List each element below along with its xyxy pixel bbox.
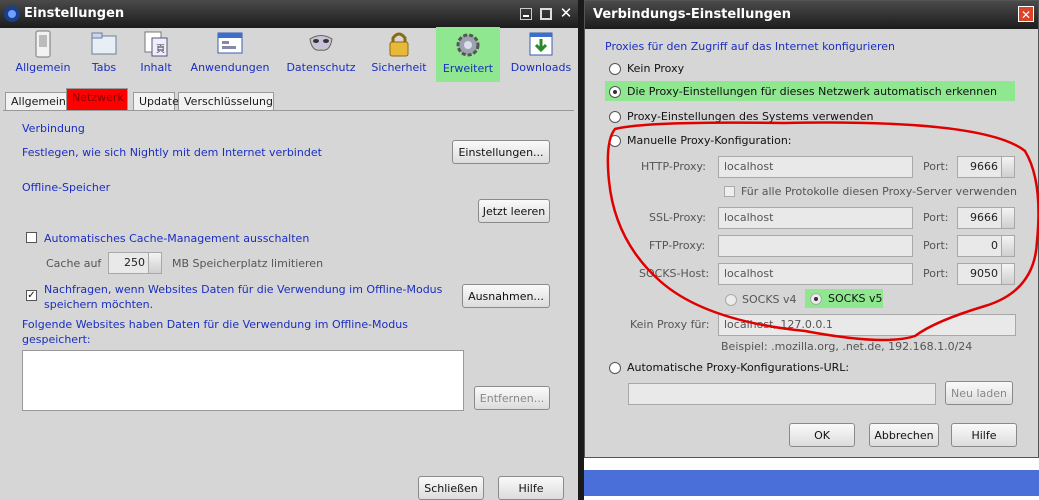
http-proxy-label: HTTP-Proxy:: [641, 160, 706, 173]
no-proxy-label: Kein Proxy für:: [630, 318, 710, 331]
dialog-help-button[interactable]: Hilfe: [951, 423, 1017, 447]
connection-heading: Verbindung: [22, 122, 85, 135]
same-proxy-checkbox[interactable]: [724, 186, 735, 197]
ftp-proxy-label: FTP-Proxy:: [649, 239, 706, 252]
svg-text:頁: 頁: [156, 44, 165, 55]
settings-titlebar: Einstellungen ✕: [0, 0, 578, 28]
reload-button[interactable]: Neu laden: [945, 381, 1013, 405]
no-proxy-field[interactable]: localhost, 127.0.0.1: [718, 314, 1016, 336]
tab-panel-border: [3, 110, 574, 111]
cache-override-checkbox[interactable]: [26, 232, 37, 243]
radio-socks-v5[interactable]: [810, 293, 822, 305]
ssl-proxy-field[interactable]: localhost: [718, 207, 913, 229]
radio-auto-url[interactable]: [609, 362, 621, 374]
tab-verschluesselung[interactable]: Verschlüsselung: [178, 92, 274, 110]
label-manual-proxy: Manuelle Proxy-Konfiguration:: [627, 134, 792, 147]
switch-icon: [35, 30, 51, 58]
ftp-proxy-field[interactable]: [718, 235, 913, 257]
http-proxy-field[interactable]: localhost: [718, 156, 913, 178]
toolbar-allgemein[interactable]: Allgemein: [12, 30, 74, 80]
connection-settings-button[interactable]: Einstellungen...: [452, 140, 550, 164]
label-no-proxy: Kein Proxy: [627, 62, 685, 75]
offline-sites-label-line2: gespeichert:: [22, 333, 91, 346]
applications-icon: [217, 32, 243, 54]
offline-sites-label-line1: Folgende Websites haben Daten für die Ve…: [22, 318, 408, 331]
socks-host-field[interactable]: localhost: [718, 263, 913, 285]
mask-icon: [309, 35, 333, 51]
dialog-heading: Proxies für den Zugriff auf das Internet…: [605, 40, 896, 53]
offline-ask-label-line2: speichern möchten.: [44, 298, 154, 311]
cache-size-label: Cache auf: [46, 257, 102, 270]
radio-system-proxy[interactable]: [609, 111, 621, 123]
cache-size-stepper[interactable]: 250: [108, 252, 162, 274]
toolbar-tabs[interactable]: Tabs: [78, 30, 130, 80]
gear-icon: [456, 33, 480, 57]
ssl-port-label: Port:: [923, 211, 949, 224]
help-button[interactable]: Hilfe: [498, 476, 564, 500]
settings-window: Einstellungen ✕ Allgemein Tabs 頁 Inhalt …: [0, 0, 578, 500]
connection-description: Festlegen, wie sich Nightly mit dem Inte…: [22, 146, 322, 159]
maximize-button[interactable]: [540, 8, 552, 20]
label-socks-v4: SOCKS v4: [742, 293, 797, 306]
toolbar-sicherheit[interactable]: Sicherheit: [368, 30, 430, 80]
socks-port-stepper[interactable]: 9050: [957, 263, 1015, 285]
ftp-port-label: Port:: [923, 239, 949, 252]
downloads-icon: [529, 32, 553, 56]
ssl-proxy-label: SSL-Proxy:: [649, 211, 706, 224]
background-window-bar: [584, 470, 1039, 496]
ok-button[interactable]: OK: [789, 423, 855, 447]
cache-override-label: Automatisches Cache-Management ausschalt…: [44, 232, 310, 245]
ftp-port-stepper[interactable]: 0: [957, 235, 1015, 257]
settings-title: Einstellungen: [24, 6, 125, 21]
label-auto-detect: Die Proxy-Einstellungen für dieses Netzw…: [627, 85, 997, 98]
toolbar-erweitert[interactable]: Erweitert: [436, 27, 500, 82]
label-socks-v5: SOCKS v5: [828, 292, 883, 305]
radio-no-proxy[interactable]: [609, 63, 621, 75]
minimize-button[interactable]: [520, 8, 532, 20]
dialog-titlebar: Verbindungs-Einstellungen ✕: [585, 1, 1038, 29]
radio-socks-v4[interactable]: [725, 294, 737, 306]
app-logo-icon: [4, 6, 20, 22]
cache-size-unit: MB Speicherplatz limitieren: [172, 257, 324, 270]
cancel-button[interactable]: Abbrechen: [869, 423, 939, 447]
ssl-port-stepper[interactable]: 9666: [957, 207, 1015, 229]
dialog-title: Verbindungs-Einstellungen: [593, 7, 792, 22]
socks-host-label: SOCKS-Host:: [639, 267, 710, 280]
same-proxy-label: Für alle Protokolle diesen Proxy-Server …: [741, 185, 1017, 198]
label-system-proxy: Proxy-Einstellungen des Systems verwende…: [627, 110, 874, 123]
content-icon: 頁: [144, 31, 168, 57]
folder-icon: [91, 32, 117, 55]
remove-button[interactable]: Entfernen...: [474, 386, 550, 410]
offline-ask-label-line1: Nachfragen, wenn Websites Daten für die …: [44, 283, 443, 296]
label-auto-url: Automatische Proxy-Konfigurations-URL:: [627, 361, 850, 374]
radio-auto-detect[interactable]: [609, 86, 621, 98]
offline-sites-list[interactable]: [22, 350, 464, 411]
toolbar-inhalt[interactable]: 頁 Inhalt: [134, 30, 178, 80]
tab-allgemein[interactable]: Allgemein: [5, 92, 67, 110]
toolbar-datenschutz[interactable]: Datenschutz: [284, 30, 358, 80]
dialog-close-icon[interactable]: ✕: [1018, 6, 1034, 22]
no-proxy-example: Beispiel: .mozilla.org, .net.de, 192.168…: [721, 340, 973, 353]
tab-netzwerk[interactable]: Netzwerk: [66, 88, 128, 110]
connection-settings-dialog: Verbindungs-Einstellungen ✕ Proxies für …: [584, 0, 1039, 458]
close-button[interactable]: ✕: [558, 6, 574, 22]
http-port-label: Port:: [923, 160, 949, 173]
auto-url-field[interactable]: [628, 383, 936, 405]
tab-update[interactable]: Update: [133, 92, 179, 110]
toolbar-downloads[interactable]: Downloads: [508, 30, 574, 80]
http-port-stepper[interactable]: 9666: [957, 156, 1015, 178]
radio-manual-proxy[interactable]: [609, 135, 621, 147]
lock-icon: [389, 32, 409, 57]
exceptions-button[interactable]: Ausnahmen...: [462, 284, 550, 308]
clear-now-button[interactable]: Jetzt leeren: [478, 199, 550, 223]
socks-port-label: Port:: [923, 267, 949, 280]
offline-ask-checkbox[interactable]: ✓: [26, 290, 37, 301]
toolbar-anwendungen[interactable]: Anwendungen: [188, 30, 272, 80]
close-dialog-button[interactable]: Schließen: [418, 476, 484, 500]
offline-heading: Offline-Speicher: [22, 181, 111, 194]
